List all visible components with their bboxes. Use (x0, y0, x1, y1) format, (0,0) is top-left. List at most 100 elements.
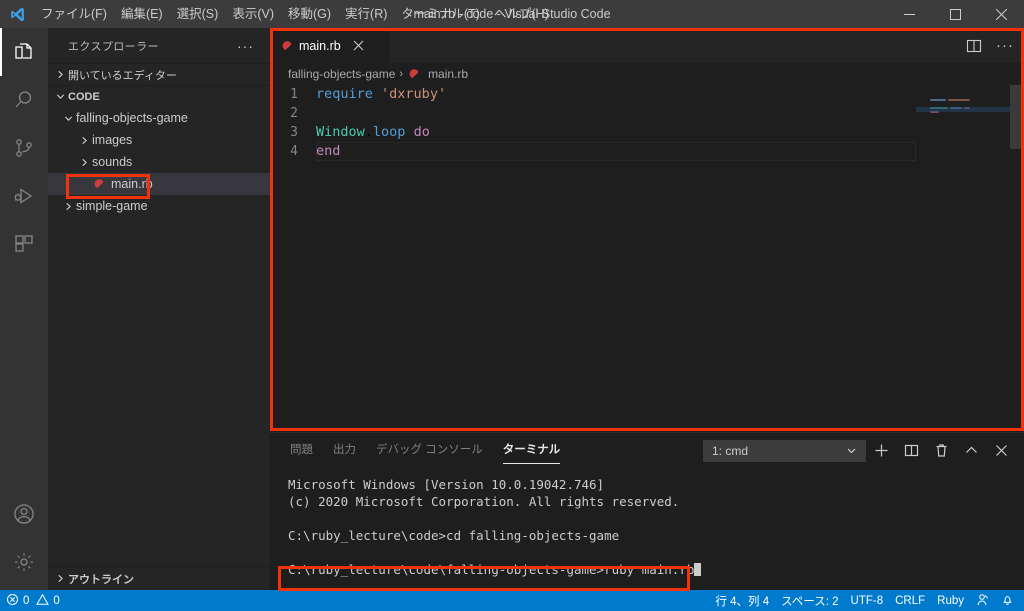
status-feedback[interactable] (970, 590, 995, 611)
window-controls (886, 0, 1024, 28)
menu-run[interactable]: 実行(R) (338, 0, 394, 28)
status-indentation[interactable]: スペース: 2 (775, 590, 844, 611)
ruby-icon (280, 39, 294, 53)
ruby-icon (407, 67, 421, 81)
line-number: 1 (290, 87, 298, 102)
activity-extensions[interactable] (0, 220, 48, 268)
menu-go[interactable]: 移動(G) (281, 0, 338, 28)
minimap[interactable] (916, 85, 1010, 432)
editor-group: main.rb ··· falling-objects-game › main.… (270, 28, 1024, 432)
title-bar: ファイル(F) 編集(E) 選択(S) 表示(V) 移動(G) 実行(R) ター… (0, 0, 1024, 28)
section-open-editors[interactable]: 開いているエディター (48, 63, 270, 85)
line-number: 2 (290, 106, 298, 121)
maximize-button[interactable] (932, 0, 978, 28)
sidebar-title-label: エクスプローラー (68, 40, 159, 53)
close-button[interactable] (978, 0, 1024, 28)
breadcrumb: falling-objects-game › main.rb (270, 63, 1024, 85)
status-notifications[interactable] (995, 590, 1020, 611)
kill-terminal-button[interactable] (926, 436, 956, 466)
menu-view[interactable]: 表示(V) (225, 0, 281, 28)
terminal-prompt-line[interactable]: C:\ruby_lecture\code\falling-objects-gam… (288, 561, 1024, 578)
editor-scrollbar[interactable] (1010, 85, 1024, 432)
tree-item-label: simple-game (76, 199, 148, 213)
activity-explorer[interactable] (0, 28, 48, 76)
activity-run-debug[interactable] (0, 172, 48, 220)
panel-tab-problems[interactable]: 問題 (290, 433, 313, 468)
tree-item-label: main.rb (111, 177, 153, 191)
new-terminal-button[interactable] (866, 436, 896, 466)
status-encoding[interactable]: UTF-8 (845, 590, 890, 611)
close-panel-button[interactable] (986, 436, 1016, 466)
terminal-select[interactable]: 1: cmd (703, 439, 866, 462)
minimize-button[interactable] (886, 0, 932, 28)
panel-tab-debug-console[interactable]: デバッグ コンソール (376, 433, 483, 468)
code-line: 2 (270, 104, 1024, 123)
chevron-right-icon (60, 198, 76, 214)
editor-tab-actions: ··· (966, 28, 1024, 63)
warning-count: 0 (53, 594, 60, 607)
menu-edit[interactable]: 編集(E) (114, 0, 170, 28)
activity-bar (0, 28, 48, 590)
sidebar-more-actions-icon[interactable]: ··· (237, 38, 262, 54)
feedback-icon (976, 593, 989, 609)
activity-source-control[interactable] (0, 124, 48, 172)
tab-label: main.rb (299, 38, 341, 53)
terminal-line: Microsoft Windows [Version 10.0.19042.74… (288, 477, 605, 492)
chevron-right-icon (76, 154, 92, 170)
chevron-down-icon (52, 89, 68, 105)
sidebar-header: エクスプローラー ··· (48, 28, 270, 63)
menu-terminal[interactable]: ターミナル(T) (394, 0, 486, 28)
breadcrumb-folder[interactable]: falling-objects-game (288, 67, 395, 81)
vscode-window: ファイル(F) 編集(E) 選択(S) 表示(V) 移動(G) 実行(R) ター… (0, 0, 1024, 611)
tree-item-images[interactable]: images (48, 129, 270, 151)
tree-item-label: sounds (92, 155, 133, 169)
activity-settings[interactable] (0, 538, 48, 586)
panel-actions: 1: cmd (703, 436, 1024, 466)
token-control: end (316, 143, 341, 159)
token-string: 'dxruby' (381, 86, 447, 102)
open-editors-label: 開いているエディター (68, 69, 177, 82)
section-workspace[interactable]: CODE (48, 85, 270, 107)
ruby-icon (92, 177, 106, 191)
status-eol[interactable]: CRLF (889, 590, 931, 611)
maximize-panel-button[interactable] (956, 436, 986, 466)
terminal-line: (c) 2020 Microsoft Corporation. All righ… (288, 494, 680, 509)
menu-help[interactable]: ヘルプ(H) (487, 0, 556, 28)
close-icon[interactable] (353, 40, 364, 51)
tree-item-falling-objects-game[interactable]: falling-objects-game (48, 107, 270, 129)
status-cursor-position[interactable]: 行 4、列 4 (709, 590, 775, 611)
tree-item-simple-game[interactable]: simple-game (48, 195, 270, 217)
status-bar: 0 0 行 4、列 4 スペース: 2 UTF-8 CRLF Ruby (0, 590, 1024, 611)
terminal-output[interactable]: Microsoft Windows [Version 10.0.19042.74… (270, 468, 1024, 590)
section-outline[interactable]: アウトライン (48, 566, 270, 590)
error-count: 0 (23, 594, 30, 607)
ellipsis-label: ··· (996, 36, 1014, 54)
menu-bar: ファイル(F) 編集(E) 選択(S) 表示(V) 移動(G) 実行(R) ター… (34, 0, 556, 28)
split-terminal-button[interactable] (896, 436, 926, 466)
chevron-right-icon (52, 67, 68, 83)
menu-selection[interactable]: 選択(S) (170, 0, 226, 28)
panel-tab-terminal[interactable]: ターミナル (502, 433, 560, 468)
split-editor-icon[interactable] (966, 38, 982, 54)
tab-main-rb[interactable]: main.rb (270, 28, 390, 63)
line-number: 3 (290, 125, 298, 140)
chevron-down-icon (60, 110, 76, 126)
breadcrumb-file[interactable]: main.rb (428, 67, 468, 81)
code-editor[interactable]: 1 require 'dxruby' 2 3 Window.loop do 4 … (270, 85, 1024, 432)
status-problems[interactable]: 0 0 (0, 590, 66, 611)
status-bar-right: 行 4、列 4 スペース: 2 UTF-8 CRLF Ruby (709, 590, 1024, 611)
tree-item-label: images (92, 133, 133, 147)
tree-item-main-rb[interactable]: main.rb (48, 173, 270, 195)
activity-search[interactable] (0, 76, 48, 124)
editor-more-actions-icon[interactable]: ··· (996, 36, 1014, 54)
editor-scrollbar-thumb[interactable] (1010, 85, 1024, 149)
activity-accounts[interactable] (0, 490, 48, 538)
vscode-logo-icon (0, 0, 34, 28)
workspace-label: CODE (68, 90, 100, 103)
menu-file[interactable]: ファイル(F) (34, 0, 114, 28)
status-language-mode[interactable]: Ruby (931, 590, 970, 611)
tree-item-sounds[interactable]: sounds (48, 151, 270, 173)
panel-tab-output[interactable]: 出力 (333, 433, 356, 468)
